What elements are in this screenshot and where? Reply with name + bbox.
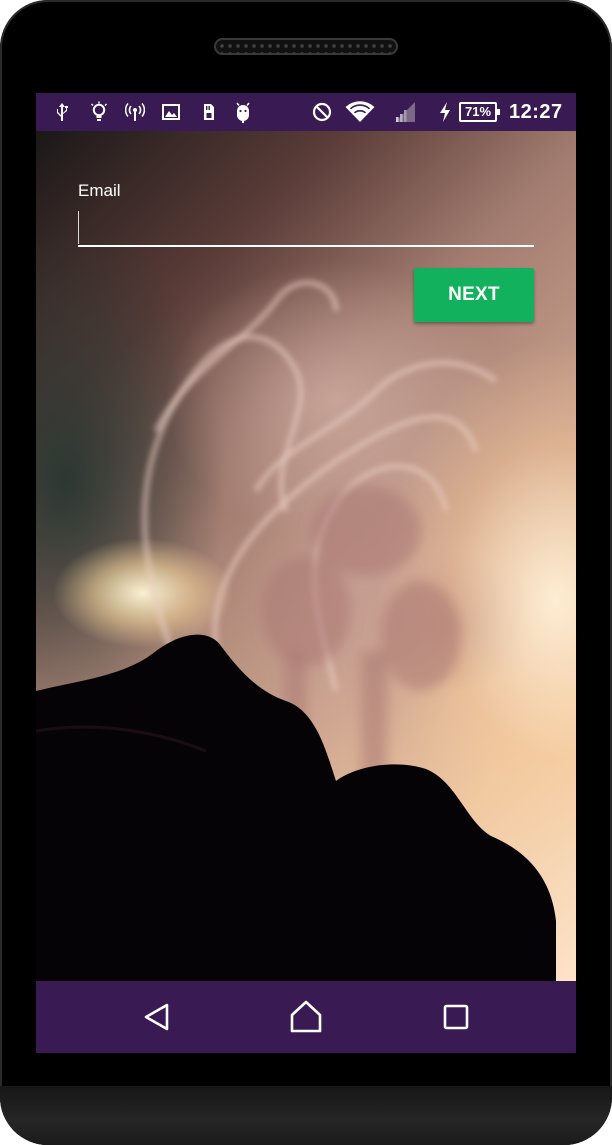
usb-icon <box>52 101 72 123</box>
silhouette-image <box>36 634 556 981</box>
navigation-bar <box>36 981 576 1053</box>
next-button[interactable]: NEXT <box>414 268 534 322</box>
home-icon[interactable] <box>286 997 326 1037</box>
charging-icon <box>437 101 453 123</box>
recents-icon[interactable] <box>436 997 476 1037</box>
lightbulb-icon <box>89 101 109 123</box>
status-bar: 71% 12:27 <box>36 93 576 131</box>
battery-indicator: 71% <box>459 102 500 122</box>
phone-frame: 71% 12:27 Email NEXT <box>0 0 612 1145</box>
speaker-grille <box>214 38 398 55</box>
hotspot-icon <box>125 101 145 123</box>
android-icon <box>233 101 253 123</box>
do-not-disturb-icon <box>312 101 332 123</box>
screen: 71% 12:27 Email NEXT <box>36 93 576 1053</box>
status-clock: 12:27 <box>509 101 563 123</box>
signal-icon <box>393 101 417 123</box>
text-cursor <box>78 211 79 244</box>
phone-chin <box>0 1086 612 1145</box>
wifi-icon <box>345 101 375 123</box>
back-icon[interactable] <box>137 997 177 1037</box>
login-screen: Email NEXT <box>36 131 576 981</box>
email-label: Email <box>78 181 121 200</box>
email-input[interactable] <box>78 209 534 247</box>
image-icon <box>161 101 181 123</box>
sd-card-icon <box>198 101 218 123</box>
